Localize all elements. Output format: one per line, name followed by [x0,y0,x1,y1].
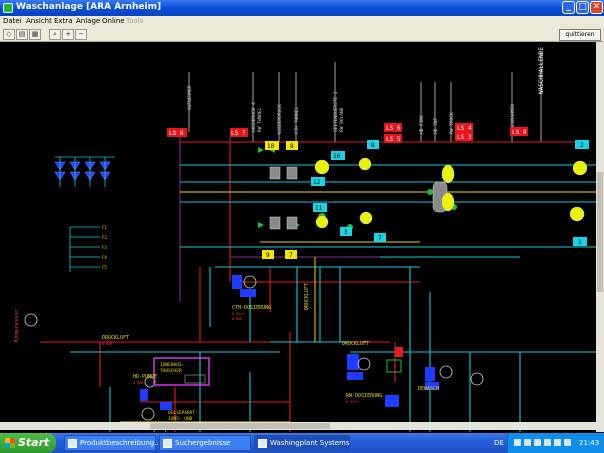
ls9-label: LS 9 [512,129,527,136]
maximize-button[interactable]: □ [576,1,589,14]
menu-anlage[interactable]: Anlage [76,17,100,25]
svg-text:AUFNEHMER: AUFNEHMER [187,85,193,110]
svg-text:HD FIRE: HD FIRE [419,115,425,134]
svg-text:0 KG/H: 0 KG/H [346,400,359,404]
app-icon [3,3,13,13]
ionenaus-label: IONENAUS- [160,362,184,368]
task-label: Produktbeschreibung... [80,439,161,447]
task-washingplant[interactable]: Washingplant Systems [254,435,350,451]
svg-text:0 KG/H: 0 KG/H [232,312,245,316]
schematic-canvas[interactable]: AUFNEHMER HOCHDRUCK 4 RW TUNNEL NIEDERDR… [0,42,596,432]
svg-text:HD ZNT: HD ZNT [433,117,439,134]
tray-icon[interactable] [544,439,551,446]
document-icon [68,439,77,448]
language-indicator[interactable]: DE [494,439,504,447]
tag-cyan-1-label: 1 [578,239,582,246]
druckluft-label-3: DRUCKLUFT [342,341,369,347]
app-icon [258,439,267,448]
svg-text:F1: F1 [102,225,107,230]
save-icon[interactable]: ▤ [16,29,28,40]
svg-text:0 BAR: 0 BAR [232,317,243,321]
svg-text:HOCHDRUCK 4: HOCHDRUCK 4 [251,102,257,132]
menu-tools: Tools [126,17,144,25]
tag-cyan-11-label: 11 [315,205,323,212]
menu-datei[interactable]: Datei [3,17,22,25]
toolbar: ◇ ▤ ▦ ⌕ + − quittieren [0,28,604,42]
hd-pumpe-label: HD-PUMPE [133,374,157,380]
taskbar: Start Produktbeschreibung... Suchergebni… [0,433,604,453]
svg-text:RW TROCK: RW TROCK [449,112,455,134]
zoom-fit-icon[interactable]: ⌕ [49,29,61,40]
system-tray: DE 21:43 [494,433,604,453]
title-bar: Waschanlage [ARA Arnheim] _ □ ✕ [0,0,604,16]
volume-icon[interactable] [564,439,571,446]
quit-button[interactable]: quittieren [559,29,601,41]
tray-icon[interactable] [534,439,541,446]
svg-text:NIEDERDRUCK: NIEDERDRUCK [277,104,283,134]
tag-yellow-10-label: 10 [267,143,275,150]
ls8-label: LS 8 [169,130,184,137]
horizontal-scrollbar[interactable] [0,422,596,430]
start-label: Start [18,436,50,449]
windows-logo-icon [5,438,15,448]
tag-cyan-10-label: 10 [333,153,341,160]
schematic-svg: AUFNEHMER HOCHDRUCK 4 RW TUNNEL NIEDERDR… [14,47,596,432]
window-title: Waschanlage [ARA Arnheim] [16,2,162,12]
tag-yellow-7-label: 7 [289,252,293,259]
menu-ansicht[interactable]: Ansicht [26,17,52,25]
svg-text:RW TUNNEL: RW TUNNEL [257,107,263,132]
clock: 21:43 [579,439,600,447]
cth-dosierung-label: CTH-DOSIERUNG [232,305,271,311]
minimize-button[interactable]: _ [562,1,575,14]
tag-cyan-3-label: 3 [344,229,348,236]
task-produktbeschreibung[interactable]: Produktbeschreibung... [64,435,161,451]
menu-extra[interactable]: Extra [54,17,72,25]
tray-icon[interactable] [514,439,521,446]
menu-bar: Datei Ansicht Extra Anlage Online Tools [0,16,604,28]
close-button[interactable]: ✕ [590,1,603,14]
druckluft-label-1: DRUCKLUFT [102,335,129,341]
tag-yellow-9-label: 9 [266,252,270,259]
vertical-scrollbar[interactable] [596,42,604,432]
ls5-label: LS 5 [386,136,401,143]
ls7-label: LS 7 [231,130,246,137]
zoom-out-icon[interactable]: − [75,29,87,40]
task-label: Washingplant Systems [270,439,350,447]
grid-icon[interactable]: ▦ [29,29,41,40]
rw-dosierung-label: RW-DOSIERUNG [346,393,382,399]
svg-text:0 BAR: 0 BAR [102,342,113,346]
svg-text:F5: F5 [102,265,107,270]
svg-text:0 BAR: 0 BAR [133,381,144,385]
tag-cyan-12-label: 12 [313,179,321,186]
kompressor-label: Kompressor [14,308,20,342]
druckluft-label-2: DRUCKLUFT [304,283,310,310]
tag-cyan-2-label: 2 [580,142,584,149]
ls3-label: LS 3 [457,134,472,141]
task-label: Suchergebnisse [175,439,231,447]
tag-cyan-7-label: 7 [378,235,382,242]
zoom-in-icon[interactable]: + [62,29,74,40]
tag-yellow-8-label: 8 [290,143,294,150]
tray-icon[interactable] [554,439,561,446]
menu-online[interactable]: Online [102,17,125,25]
oelseparation-label: OELSEPARAT- [168,410,198,416]
ls4-label: LS 4 [457,125,472,132]
svg-text:F2: F2 [102,235,107,240]
tag-cyan-8-label: 8 [371,142,375,149]
svg-text:SEITENBUERSTE 2: SEITENBUERSTE 2 [333,91,339,132]
svg-text:F3: F3 [102,245,107,250]
task-suchergebnisse[interactable]: Suchergebnisse [159,435,251,451]
ionenaus-label-2: TAUSCHER [160,368,182,374]
tray-icon[interactable] [524,439,531,446]
svg-text:F4: F4 [102,255,107,260]
waschhallende-label: WASCHHALLENDE [538,47,545,94]
svg-text:CTH TUNNEL: CTH TUNNEL [294,107,300,134]
svg-text:RW BOLAND: RW BOLAND [339,107,345,132]
start-button[interactable]: Start [0,433,56,453]
eraser-icon[interactable]: ◇ [3,29,15,40]
ls6-label: LS 6 [386,125,401,132]
search-icon [163,439,172,448]
dewasch-label: DEWASCH [418,386,439,392]
